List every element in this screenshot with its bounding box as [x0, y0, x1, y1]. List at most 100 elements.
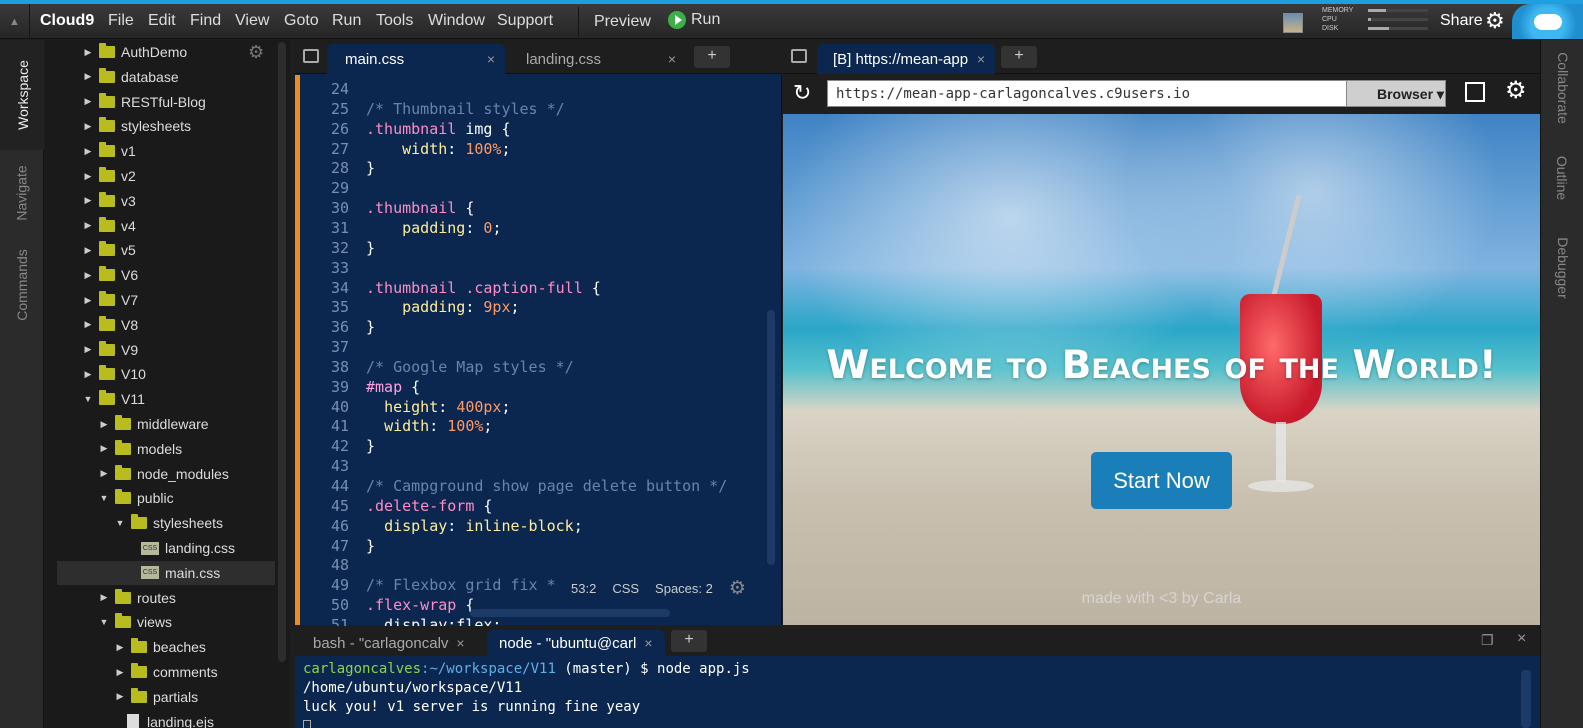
tab-commands[interactable]: Commands: [0, 235, 44, 335]
menu-find[interactable]: Find: [190, 12, 221, 30]
syntax-mode[interactable]: CSS: [612, 581, 639, 596]
preview-settings-gear-icon[interactable]: ⚙: [1505, 76, 1527, 105]
expanded-arrow-icon[interactable]: ▼: [99, 493, 109, 503]
tree-item[interactable]: ▶ v5: [45, 238, 290, 262]
menu-tools[interactable]: Tools: [376, 12, 413, 30]
run-button[interactable]: Run: [668, 11, 720, 29]
collapsed-arrow-icon[interactable]: ▶: [83, 121, 93, 132]
add-tab-button[interactable]: +: [694, 46, 730, 68]
avatar[interactable]: [1283, 13, 1303, 33]
tab-navigate[interactable]: Navigate: [0, 150, 44, 235]
popout-icon[interactable]: [1465, 82, 1485, 102]
close-icon[interactable]: ×: [644, 635, 652, 651]
menu-support[interactable]: Support: [497, 12, 553, 30]
collapsed-arrow-icon[interactable]: ▶: [83, 369, 93, 380]
add-terminal-button[interactable]: +: [671, 630, 707, 652]
url-input[interactable]: [827, 80, 1347, 107]
collapsed-arrow-icon[interactable]: ▶: [99, 443, 109, 454]
tree-item[interactable]: landing.ejs: [45, 710, 290, 728]
preview-button[interactable]: Preview: [594, 13, 651, 31]
tree-item[interactable]: ▶ V6: [45, 263, 290, 287]
editor-horizontal-scrollbar[interactable]: [470, 609, 670, 617]
tree-item[interactable]: ▶ models: [45, 437, 290, 461]
expanded-arrow-icon[interactable]: ▼: [83, 394, 93, 404]
collapsed-arrow-icon[interactable]: ▶: [83, 47, 93, 58]
tree-item[interactable]: CSS main.css: [57, 560, 275, 585]
tree-item[interactable]: ▶ AuthDemo: [45, 40, 290, 64]
tab-node-terminal[interactable]: node - "ubuntu@carl ×: [487, 630, 665, 656]
menu-edit[interactable]: Edit: [148, 12, 176, 30]
collapsed-arrow-icon[interactable]: ▶: [83, 220, 93, 231]
tree-item[interactable]: ▶ stylesheets: [45, 114, 290, 138]
collapsed-arrow-icon[interactable]: ▶: [83, 270, 93, 281]
close-icon[interactable]: ×: [668, 51, 676, 67]
tab-main-css[interactable]: main.css ×: [327, 44, 505, 74]
collapsed-arrow-icon[interactable]: ▶: [83, 319, 93, 330]
collapsed-arrow-icon[interactable]: ▶: [83, 171, 93, 182]
collapsed-arrow-icon[interactable]: ▶: [83, 245, 93, 256]
collapsed-arrow-icon[interactable]: ▶: [83, 344, 93, 355]
collapsed-arrow-icon[interactable]: ▶: [83, 71, 93, 82]
collapsed-arrow-icon[interactable]: ▶: [83, 295, 93, 306]
tab-outline[interactable]: Outline: [1541, 140, 1583, 215]
restore-panel-icon[interactable]: ❐: [1481, 632, 1494, 649]
expanded-arrow-icon[interactable]: ▼: [115, 518, 125, 528]
menu-view[interactable]: View: [235, 12, 269, 30]
add-tab-button[interactable]: +: [1001, 46, 1037, 68]
close-icon[interactable]: ×: [456, 635, 464, 651]
tree-item[interactable]: ▼ V11: [45, 387, 290, 411]
tab-browser-preview[interactable]: [B] https://mean-app ×: [817, 44, 995, 74]
close-icon[interactable]: ×: [977, 51, 985, 67]
collapse-arrow-icon[interactable]: ▲: [0, 4, 30, 39]
tree-item[interactable]: ▶ partials: [45, 685, 290, 709]
menu-window[interactable]: Window: [428, 12, 485, 30]
tree-item[interactable]: ▶ v2: [45, 164, 290, 188]
panel-menu-icon[interactable]: [303, 49, 319, 63]
tree-item[interactable]: ▶ V9: [45, 338, 290, 362]
tree-item[interactable]: ▶ middleware: [45, 412, 290, 436]
tree-item[interactable]: ▼ stylesheets: [45, 511, 290, 535]
indent-setting[interactable]: Spaces: 2: [655, 581, 713, 596]
tree-item[interactable]: ▶ node_modules: [45, 462, 290, 486]
tree-item[interactable]: ▼ views: [45, 610, 290, 634]
reload-icon[interactable]: ↻: [793, 80, 811, 106]
terminal-output[interactable]: carlagoncalves:~/workspace/V11 (master) …: [303, 660, 750, 728]
start-now-button[interactable]: Start Now: [1091, 452, 1232, 509]
tree-item[interactable]: ▼ public: [45, 486, 290, 510]
tree-item[interactable]: ▶ v4: [45, 214, 290, 238]
collapsed-arrow-icon[interactable]: ▶: [83, 195, 93, 206]
tab-workspace[interactable]: Workspace: [0, 40, 44, 150]
tree-item[interactable]: ▶ beaches: [45, 635, 290, 659]
collapsed-arrow-icon[interactable]: ▶: [99, 419, 109, 430]
collapsed-arrow-icon[interactable]: ▶: [115, 667, 125, 678]
collapsed-arrow-icon[interactable]: ▶: [99, 468, 109, 479]
share-button[interactable]: Share: [1440, 12, 1483, 30]
tree-item[interactable]: ▶ V7: [45, 288, 290, 312]
tab-debugger[interactable]: Debugger: [1541, 220, 1583, 315]
collapsed-arrow-icon[interactable]: ▶: [115, 642, 125, 653]
editor-vertical-scrollbar[interactable]: [767, 310, 775, 565]
tree-item[interactable]: ▶ comments: [45, 660, 290, 684]
tree-item[interactable]: ▶ RESTful-Blog: [45, 90, 290, 114]
tree-item[interactable]: CSS landing.css: [45, 536, 290, 560]
cloud9-logo-icon[interactable]: [1512, 4, 1583, 39]
browser-select[interactable]: Browser ▾: [1346, 80, 1446, 107]
cloud9-menu[interactable]: Cloud9: [40, 12, 94, 30]
menu-file[interactable]: File: [108, 12, 134, 30]
editor-settings-gear-icon[interactable]: ⚙: [729, 577, 746, 600]
tree-item[interactable]: ▶ v3: [45, 189, 290, 213]
menu-run[interactable]: Run: [332, 12, 361, 30]
tree-item[interactable]: ▶ V8: [45, 313, 290, 337]
settings-gear-icon[interactable]: ⚙: [1485, 8, 1505, 34]
collapsed-arrow-icon[interactable]: ▶: [115, 691, 125, 702]
panel-menu-icon[interactable]: [791, 49, 807, 63]
collapsed-arrow-icon[interactable]: ▶: [83, 96, 93, 107]
tree-item[interactable]: ▶ routes: [45, 586, 290, 610]
collapsed-arrow-icon[interactable]: ▶: [99, 592, 109, 603]
cursor-position[interactable]: 53:2: [571, 581, 596, 596]
menu-goto[interactable]: Goto: [284, 12, 319, 30]
tab-collaborate[interactable]: Collaborate: [1541, 40, 1583, 135]
terminal-scrollbar[interactable]: [1521, 670, 1531, 728]
tree-item[interactable]: ▶ database: [45, 65, 290, 89]
collapsed-arrow-icon[interactable]: ▶: [83, 146, 93, 157]
